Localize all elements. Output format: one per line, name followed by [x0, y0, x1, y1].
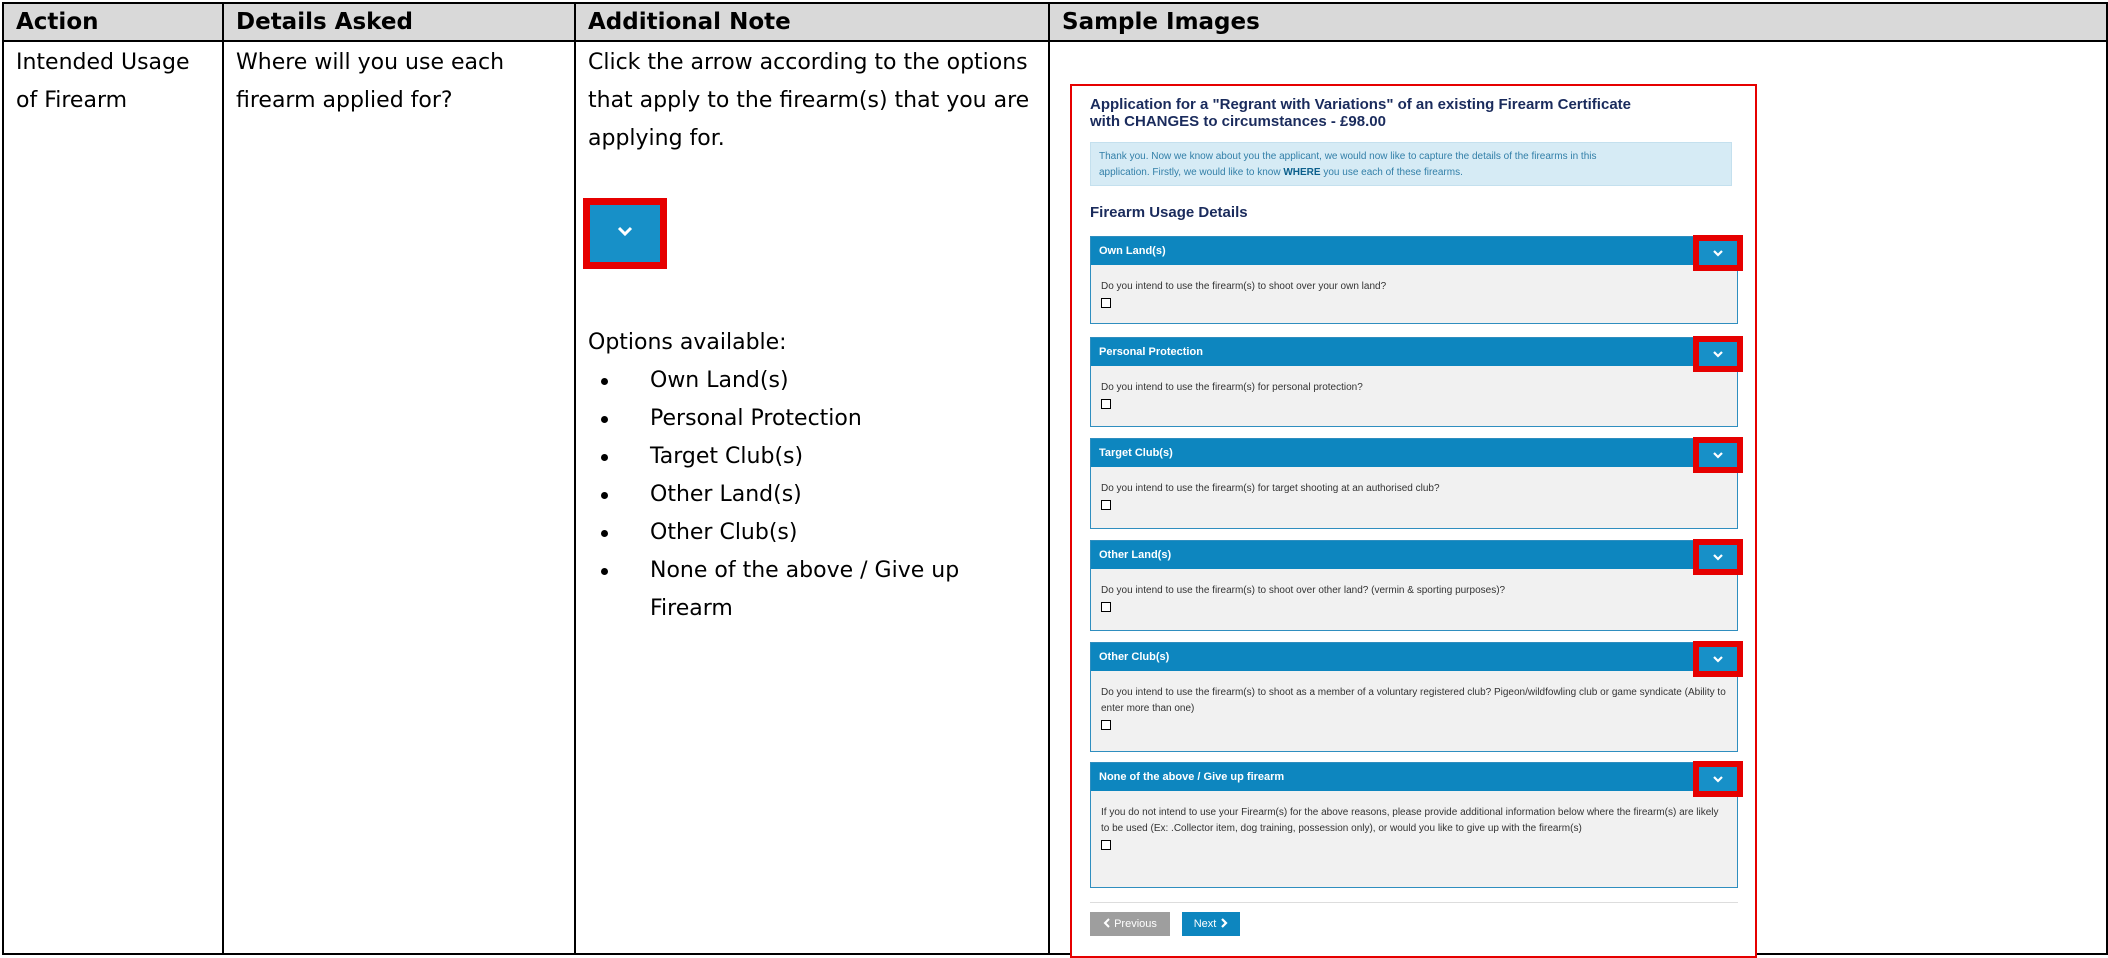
panel-title: Other Land(s): [1099, 549, 1172, 561]
header-details-asked: Details Asked: [222, 2, 576, 42]
checkbox[interactable]: [1101, 500, 1111, 510]
info-text-bold: WHERE: [1283, 167, 1321, 178]
chevron-down-icon: [1713, 554, 1723, 561]
panel-body: If you do not intend to use your Firearm…: [1091, 791, 1737, 850]
panel-question: If you do not intend to use your Firearm…: [1101, 807, 1719, 834]
checkbox[interactable]: [1101, 298, 1111, 308]
panel-body: Do you intend to use the firearm(s) for …: [1091, 467, 1737, 510]
panel-question: Do you intend to use the firearm(s) for …: [1101, 382, 1363, 393]
expand-toggle[interactable]: [1693, 437, 1743, 473]
sample-title-line: with CHANGES to circumstances - £98.00: [1090, 113, 1386, 130]
panel-title: Own Land(s): [1099, 245, 1166, 257]
chevron-down-icon: [617, 226, 633, 237]
list-item: Other Club(s): [588, 514, 1038, 552]
panel-other-land: Other Land(s) Do you intend to use the f…: [1090, 539, 1743, 631]
checkbox[interactable]: [1101, 840, 1111, 850]
expand-toggle[interactable]: [1693, 761, 1743, 797]
chevron-left-icon: [1103, 918, 1110, 928]
panel-body: Do you intend to use the firearm(s) for …: [1091, 366, 1737, 409]
chevron-down-icon: [1713, 351, 1723, 358]
sample-title-line: Application for a "Regrant with Variatio…: [1090, 96, 1631, 113]
previous-button[interactable]: Previous: [1090, 912, 1170, 936]
action-line: of Firearm: [16, 88, 128, 113]
panel-question: Do you intend to use the firearm(s) to s…: [1101, 585, 1506, 596]
info-alert: Thank you. Now we know about you the app…: [1090, 142, 1732, 186]
panel-own-land: Own Land(s) Do you intend to use the fir…: [1090, 235, 1743, 324]
expand-toggle[interactable]: [1693, 641, 1743, 677]
next-label: Next: [1193, 918, 1217, 930]
panel-question: Do you intend to use the firearm(s) to s…: [1101, 687, 1726, 714]
table-row: Intended Usage of Firearm Where will you…: [2, 40, 2108, 955]
panel-question: Do you intend to use the firearm(s) to s…: [1101, 281, 1387, 292]
list-item: None of the above / Give up Firearm: [588, 552, 1038, 628]
chevron-down-icon: [1713, 656, 1723, 663]
list-item: Personal Protection: [588, 400, 1038, 438]
note-cell: Click the arrow according to the options…: [574, 40, 1050, 955]
list-item: Other Land(s): [588, 476, 1038, 514]
panel-body: Do you intend to use the firearm(s) to s…: [1091, 671, 1737, 730]
panel-body: Do you intend to use the firearm(s) to s…: [1091, 265, 1737, 308]
section-heading: Firearm Usage Details: [1090, 204, 1248, 221]
panel-title: None of the above / Give up firearm: [1099, 771, 1285, 783]
options-title: Options available:: [588, 330, 787, 355]
panel-header[interactable]: Other Land(s): [1091, 539, 1743, 575]
checkbox[interactable]: [1101, 602, 1111, 612]
list-item-line: Firearm: [650, 596, 733, 621]
options-list: Own Land(s) Personal Protection Target C…: [588, 362, 1038, 628]
chevron-down-icon: [1713, 776, 1723, 783]
note-line: applying for.: [588, 126, 725, 151]
chevron-right-icon: [1221, 918, 1228, 928]
expand-toggle[interactable]: [1693, 336, 1743, 372]
checkbox[interactable]: [1101, 720, 1111, 730]
previous-label: Previous: [1114, 918, 1157, 930]
guide-table: Action Details Asked Additional Note Sam…: [2, 2, 2108, 955]
info-text: application. Firstly, we would like to k…: [1099, 165, 1723, 181]
checkbox[interactable]: [1101, 399, 1111, 409]
details-line: Where will you use each: [236, 50, 505, 75]
panel-body: Do you intend to use the firearm(s) to s…: [1091, 569, 1737, 612]
sample-title: Application for a "Regrant with Variatio…: [1090, 96, 1730, 130]
info-text-part: application. Firstly, we would like to k…: [1099, 167, 1284, 178]
panel-personal-protection: Personal Protection Do you intend to use…: [1090, 336, 1743, 427]
panel-title: Personal Protection: [1099, 346, 1203, 358]
chevron-down-icon: [1713, 452, 1723, 459]
info-text: Thank you. Now we know about you the app…: [1099, 151, 1597, 162]
panel-title: Other Club(s): [1099, 651, 1170, 663]
info-text-part: you use each of these firearms.: [1320, 167, 1463, 178]
panel-header[interactable]: Personal Protection: [1091, 336, 1743, 372]
panel-header[interactable]: Target Club(s): [1091, 437, 1743, 473]
action-line: Intended Usage: [16, 50, 190, 75]
panel-title: Target Club(s): [1099, 447, 1173, 459]
expand-toggle[interactable]: [1693, 235, 1743, 271]
list-item-line: None of the above / Give up: [650, 558, 960, 583]
header-action: Action: [2, 2, 224, 42]
arrow-button-sample: [583, 198, 667, 269]
list-item: Target Club(s): [588, 438, 1038, 476]
panel-header[interactable]: None of the above / Give up firearm: [1091, 761, 1743, 797]
panel-header[interactable]: Other Club(s): [1091, 641, 1743, 677]
details-cell: Where will you use each firearm applied …: [222, 40, 576, 955]
action-cell: Intended Usage of Firearm: [2, 40, 224, 955]
header-row: Action Details Asked Additional Note Sam…: [2, 2, 2108, 42]
header-sample-images: Sample Images: [1048, 2, 2108, 42]
panel-other-club: Other Club(s) Do you intend to use the f…: [1090, 641, 1743, 752]
sample-screenshot: Application for a "Regrant with Variatio…: [1070, 84, 1757, 958]
header-additional-note: Additional Note: [574, 2, 1050, 42]
panel-target-club: Target Club(s) Do you intend to use the …: [1090, 437, 1743, 529]
list-item: Own Land(s): [588, 362, 1038, 400]
details-line: firearm applied for?: [236, 88, 453, 113]
note-line: Click the arrow according to the options: [588, 50, 1028, 75]
next-button[interactable]: Next: [1182, 912, 1240, 936]
divider: [1090, 902, 1738, 903]
panel-question: Do you intend to use the firearm(s) for …: [1101, 483, 1440, 494]
panel-header[interactable]: Own Land(s): [1091, 235, 1743, 271]
panel-none-of-above: None of the above / Give up firearm If y…: [1090, 761, 1743, 888]
chevron-down-icon: [1713, 250, 1723, 257]
expand-toggle[interactable]: [1693, 539, 1743, 575]
note-line: that apply to the firearm(s) that you ar…: [588, 88, 1030, 113]
